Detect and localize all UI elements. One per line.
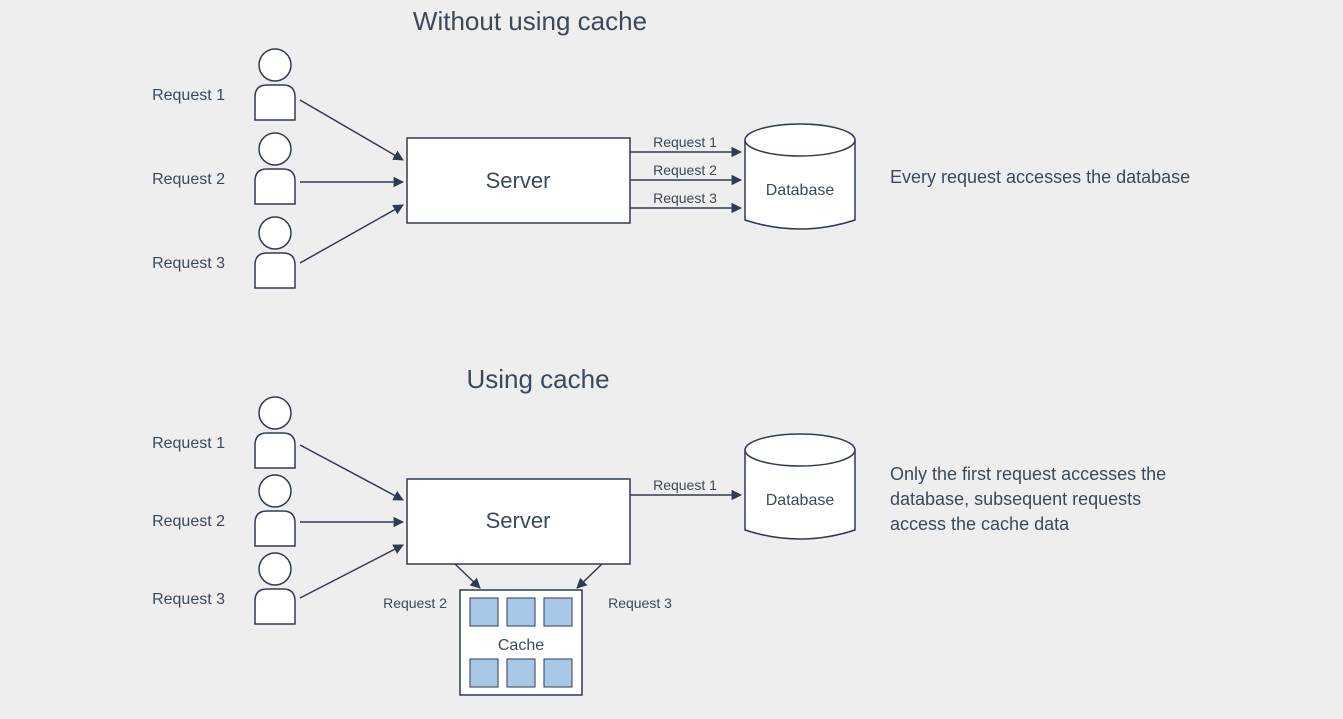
title-without-cache: Without using cache [413, 6, 647, 36]
database-icon-2 [745, 434, 855, 539]
section-using-cache: Using cache Request 1 Request 2 Request … [152, 364, 1166, 695]
user-icon-3 [255, 217, 295, 288]
user1-label: Request 1 [152, 87, 225, 104]
database-icon-1 [745, 124, 855, 229]
desc-using-cache-l3: access the cache data [890, 514, 1070, 534]
desc-using-cache-l2: database, subsequent requests [890, 489, 1141, 509]
arrow-user3-server-2 [300, 545, 403, 598]
user-icon-2 [255, 133, 295, 204]
arrow-label-req2-b: Request 2 [383, 595, 447, 611]
server-label-2: Server [486, 508, 551, 533]
cache-label: Cache [498, 637, 544, 654]
desc-without-cache: Every request accesses the database [890, 167, 1190, 187]
cache-cell [507, 659, 535, 687]
arrow-user1-server-1 [300, 100, 403, 160]
user-icon-2b [255, 475, 295, 546]
arrow-label-req2-a: Request 2 [653, 162, 717, 178]
arrow-label-req1-a: Request 1 [653, 134, 717, 150]
section-without-cache: Without using cache Request 1 Request 2 … [152, 6, 1190, 288]
user2-label-b: Request 2 [152, 513, 225, 530]
arrow-label-req3-b: Request 3 [608, 595, 672, 611]
database-label-2: Database [766, 492, 835, 509]
title-using-cache: Using cache [466, 364, 609, 394]
arrow-server-cache-right [577, 564, 602, 588]
user2-label: Request 2 [152, 171, 225, 188]
arrow-label-req1-b: Request 1 [653, 477, 717, 493]
cache-cell [470, 598, 498, 626]
user3-label-b: Request 3 [152, 591, 225, 608]
database-label-1: Database [766, 182, 835, 199]
desc-using-cache-l1: Only the first request accesses the [890, 464, 1166, 484]
cache-cell [507, 598, 535, 626]
cache-cell [544, 598, 572, 626]
cache-cell [544, 659, 572, 687]
user-icon-3b [255, 553, 295, 624]
arrow-user1-server-2 [300, 445, 403, 500]
arrow-server-cache-left [455, 564, 480, 588]
cache-cell [470, 659, 498, 687]
user-icon-1b [255, 397, 295, 468]
arrow-user3-server-1 [300, 205, 403, 263]
user-icon-1 [255, 49, 295, 120]
user1-label-b: Request 1 [152, 435, 225, 452]
server-label-1: Server [486, 168, 551, 193]
arrow-label-req3-a: Request 3 [653, 190, 717, 206]
user3-label: Request 3 [152, 255, 225, 272]
